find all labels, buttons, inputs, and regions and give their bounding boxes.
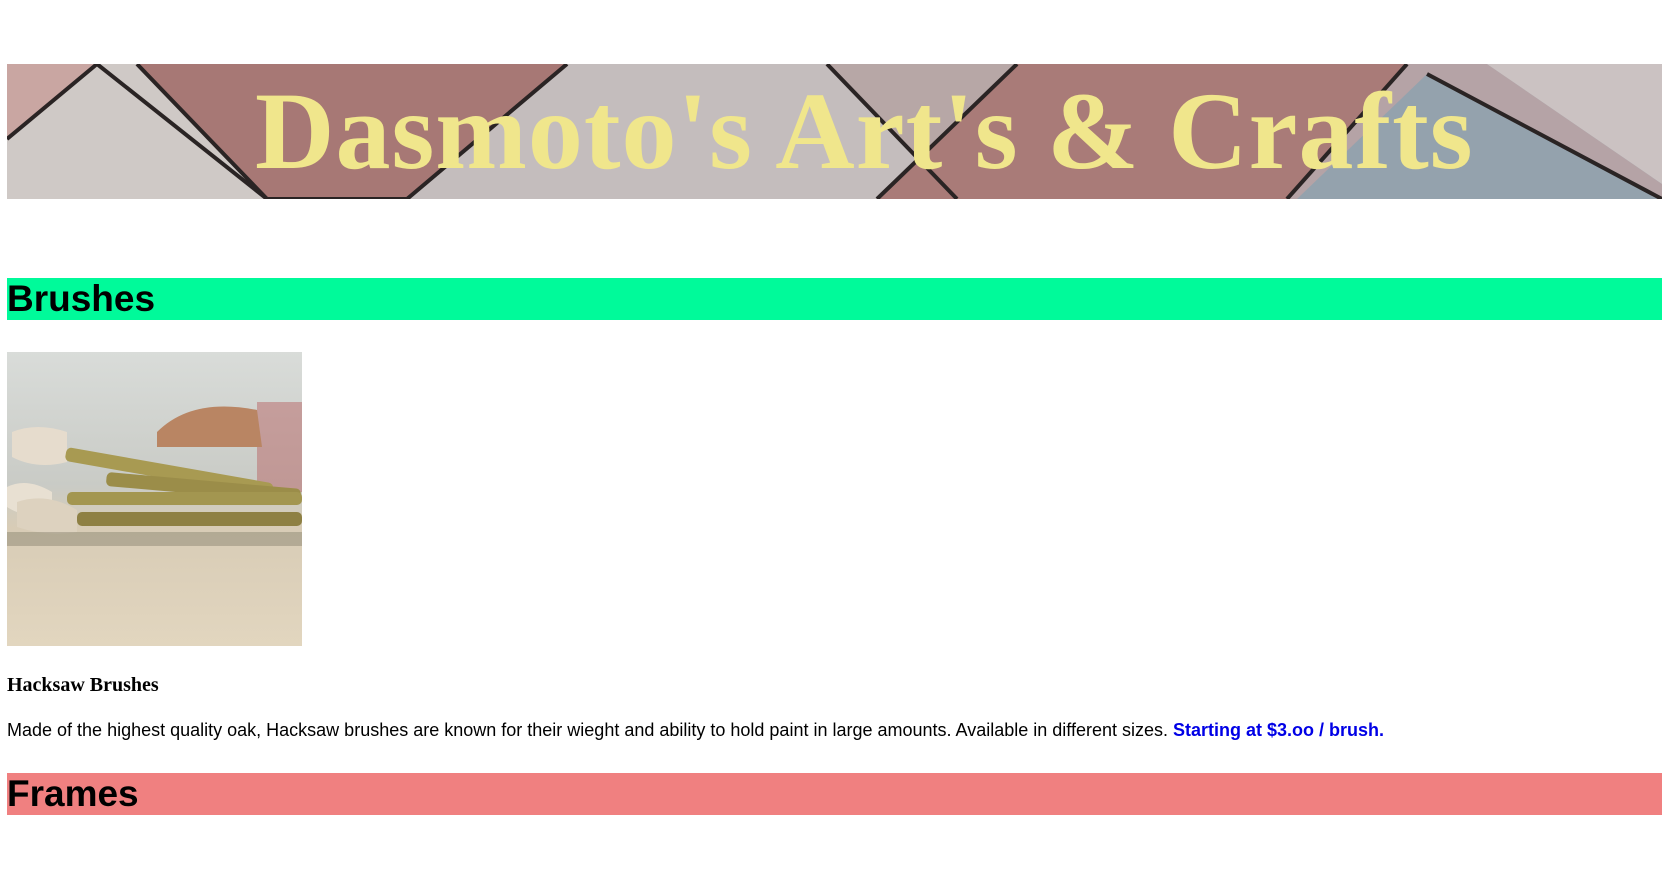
- header-banner: Dasmoto's Art's & Crafts: [7, 64, 1662, 199]
- page-title: Dasmoto's Art's & Crafts: [255, 70, 1474, 192]
- brushes-section-heading: Brushes: [7, 278, 1662, 320]
- product-price: Starting at $3.oo / brush.: [1173, 720, 1385, 740]
- product-description: Made of the highest quality oak, Hacksaw…: [7, 720, 1384, 741]
- paintbrushes-image: [7, 352, 302, 651]
- paintbrushes-photo-icon: [7, 352, 302, 646]
- frames-section-heading: Frames: [7, 773, 1662, 815]
- product-description-text: Made of the highest quality oak, Hacksaw…: [7, 720, 1168, 740]
- product-title: Hacksaw Brushes: [7, 674, 159, 696]
